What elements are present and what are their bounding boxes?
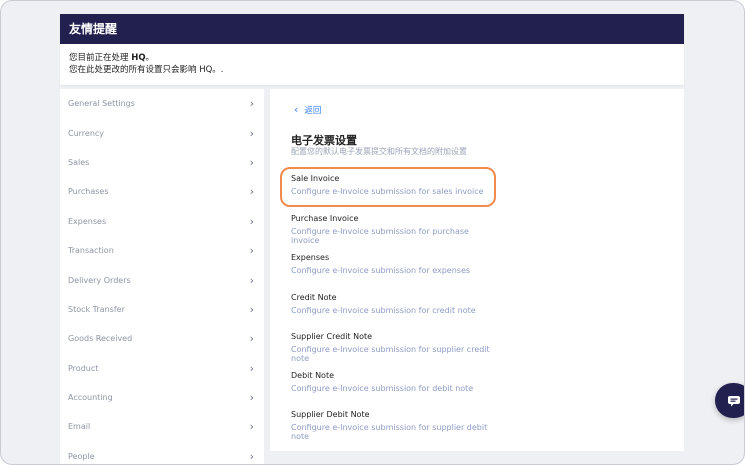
option-credit-note[interactable]: Credit Note Configure e-Invoice submissi… [291,293,491,315]
chevron-right-icon: › [249,391,254,405]
sidebar-item-delivery-orders[interactable]: Delivery Orders › [60,265,264,294]
sidebar-item-currency[interactable]: Currency › [60,118,264,147]
chevron-right-icon: › [249,214,254,228]
branch-name: HQ [131,53,146,63]
sidebar-item-transaction[interactable]: Transaction › [60,236,264,265]
option-description: Configure e-Invoice submission for debit… [291,384,474,393]
option-description: Configure e-Invoice submission for suppl… [291,423,488,441]
option-title: Supplier Debit Note [291,410,370,419]
chevron-right-icon: › [249,361,254,375]
sidebar-item-general-settings[interactable]: General Settings › [60,89,264,118]
page-subtitle: 配置您的默认电子发票提交和所有文档的附加设置 [291,147,467,156]
back-link[interactable]: ‹ 返回 [294,103,321,116]
chevron-right-icon: › [249,97,254,111]
sidebar-item-stock-transfer[interactable]: Stock Transfer › [60,295,264,324]
chevron-right-icon: › [249,332,254,346]
reminder-body: 您目前正在处理 HQ。 您在此处更改的所有设置只会影响 HQ。. [60,44,684,76]
option-purchase-invoice[interactable]: Purchase Invoice Configure e-Invoice sub… [291,214,491,245]
option-title: Credit Note [291,293,337,302]
sidebar-item-expenses[interactable]: Expenses › [60,207,264,236]
option-expenses[interactable]: Expenses Configure e-Invoice submission … [291,253,491,275]
reminder-line-1: 您目前正在处理 HQ。 [69,53,155,63]
sidebar-item-email[interactable]: Email › [60,412,264,441]
reminder-line-2: 您在此处更改的所有设置只会影响 HQ。. [69,65,224,75]
sidebar-item-accounting[interactable]: Accounting › [60,383,264,412]
chat-button[interactable] [715,383,744,418]
chevron-right-icon: › [249,244,254,258]
option-description: Configure e-Invoice submission for expen… [291,266,471,275]
option-title: Debit Note [291,371,334,380]
settings-sidebar: General Settings › Currency › Sales › Purch… [60,89,264,464]
highlight-outline [280,167,496,207]
option-description: Configure e-Invoice submission for credi… [291,306,476,315]
option-title: Expenses [291,253,330,262]
option-title: Purchase Invoice [291,214,359,223]
back-label: 返回 [304,105,322,116]
option-description: Configure e-Invoice submission for purch… [291,227,469,245]
sidebar-item-goods-received[interactable]: Goods Received › [60,324,264,353]
chevron-right-icon: › [249,155,254,169]
reminder-title: 友情提醒 [60,14,684,44]
einvoice-settings-panel: ‹ 返回 电子发票设置 配置您的默认电子发票提交和所有文档的附加设置 Sale … [270,89,684,451]
reminder-panel: 友情提醒 您目前正在处理 HQ。 您在此处更改的所有设置只会影响 HQ。. [60,14,684,85]
chevron-right-icon: › [249,449,254,463]
chevron-left-icon: ‹ [294,103,299,116]
chevron-right-icon: › [249,273,254,287]
option-description: Configure e-Invoice submission for suppl… [291,345,490,363]
option-title: Supplier Credit Note [291,332,373,341]
option-debit-note[interactable]: Debit Note Configure e-Invoice submissio… [291,371,491,393]
sidebar-item-purchases[interactable]: Purchases › [60,177,264,206]
chevron-right-icon: › [249,420,254,434]
app-frame: 友情提醒 您目前正在处理 HQ。 您在此处更改的所有设置只会影响 HQ。. Ge… [0,0,745,465]
chevron-right-icon: › [249,302,254,316]
sidebar-item-product[interactable]: Product › [60,354,264,383]
option-supplier-debit-note[interactable]: Supplier Debit Note Configure e-Invoice … [291,410,491,441]
chat-icon [727,395,740,406]
sidebar-item-people[interactable]: People › [60,442,264,464]
chevron-right-icon: › [249,185,254,199]
chevron-right-icon: › [249,126,254,140]
option-supplier-credit-note[interactable]: Supplier Credit Note Configure e-Invoice… [291,332,491,363]
sidebar-item-sales[interactable]: Sales › [60,148,264,177]
